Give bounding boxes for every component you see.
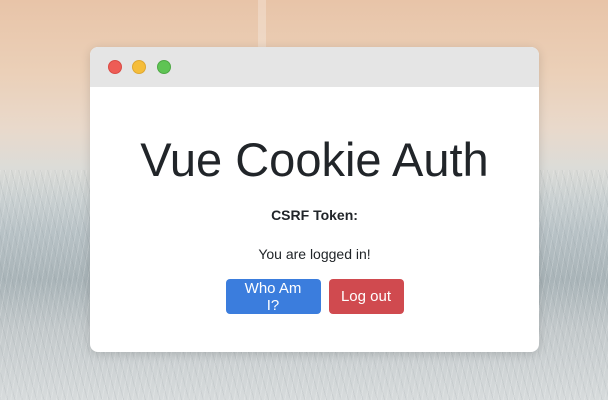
background-light-streak <box>258 0 266 50</box>
maximize-icon[interactable] <box>157 60 171 74</box>
close-icon[interactable] <box>108 60 122 74</box>
login-status-text: You are logged in! <box>258 246 371 262</box>
page-title: Vue Cookie Auth <box>140 133 489 186</box>
log-out-button[interactable]: Log out <box>328 279 404 314</box>
minimize-icon[interactable] <box>132 60 146 74</box>
action-buttons: Who Am I? Log out <box>90 279 539 314</box>
who-am-i-button[interactable]: Who Am I? <box>225 279 321 314</box>
window-content: Vue Cookie Auth CSRF Token: You are logg… <box>90 87 539 314</box>
app-window: Vue Cookie Auth CSRF Token: You are logg… <box>90 47 539 352</box>
window-titlebar <box>90 47 539 87</box>
csrf-token-label: CSRF Token: <box>271 207 358 223</box>
